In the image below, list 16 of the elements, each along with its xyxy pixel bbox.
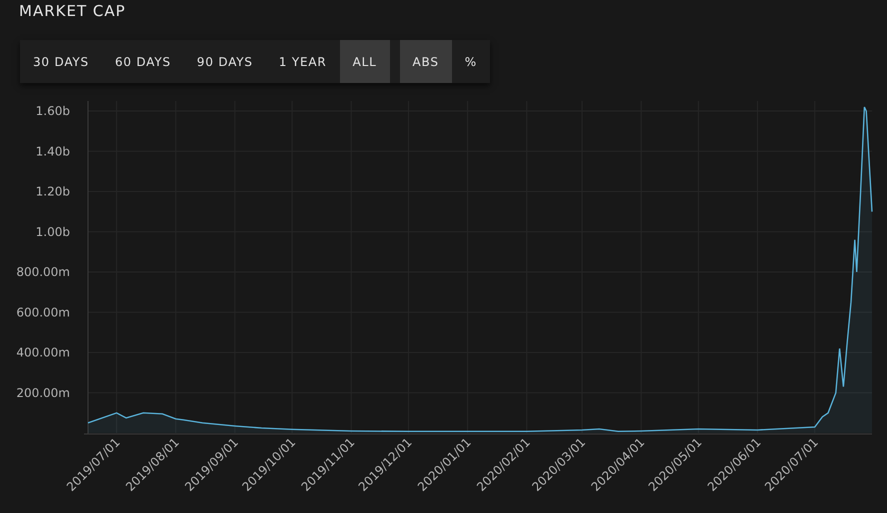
range-button[interactable]: 30 DAYS: [20, 40, 102, 83]
y-axis-label: 200.00m: [16, 386, 70, 400]
section-title: MARKET CAP: [18, 1, 126, 20]
y-axis-label: 1.00b: [36, 224, 70, 239]
y-axis-label: 400.00m: [16, 346, 70, 360]
y-axis-label: 600.00m: [16, 305, 70, 320]
mode-button[interactable]: ABS: [400, 40, 452, 83]
mode-button[interactable]: %: [452, 40, 490, 83]
range-button[interactable]: 60 DAYS: [102, 40, 184, 83]
y-axis-label: 1.20b: [36, 184, 70, 199]
y-axis-label: 800.00m: [16, 265, 70, 280]
range-button[interactable]: 90 DAYS: [184, 40, 266, 83]
range-button[interactable]: 1 YEAR: [266, 40, 340, 83]
y-axis-label: 1.60b: [36, 104, 70, 118]
range-button[interactable]: ALL: [340, 40, 390, 83]
y-axis-label: 1.40b: [36, 144, 70, 158]
